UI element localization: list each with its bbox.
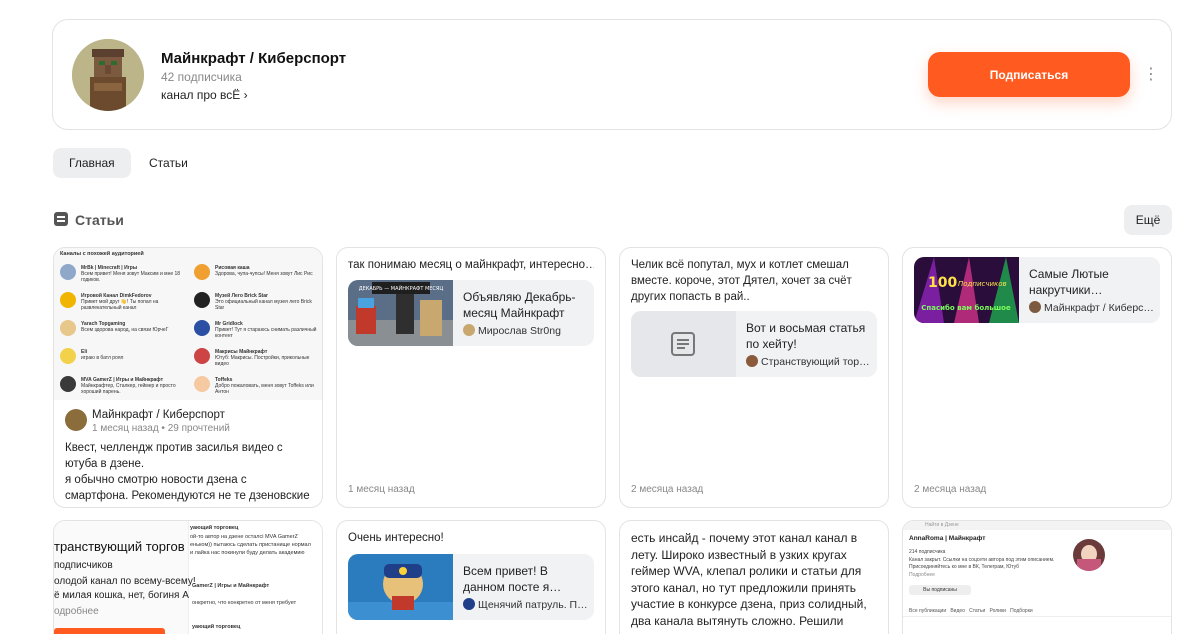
avatar — [60, 348, 76, 364]
subscribe-button-preview — [54, 628, 165, 634]
channel-header: Майнкрафт / Киберспорт 42 подписчика кан… — [52, 19, 1172, 130]
article-card[interactable]: Каналы с похожей аудиторией MrBk | Minec… — [53, 247, 323, 508]
article-date: 2 месяца назад — [631, 484, 703, 495]
svg-text:ДЕКАБРЬ — МАЙНКРАФТ МЕСЯЦ: ДЕКАБРЬ — МАЙНКРАФТ МЕСЯЦ — [359, 285, 444, 292]
subscribe-button[interactable]: Подписаться — [928, 52, 1130, 97]
avatar — [194, 320, 210, 336]
subscriber-count: 42 подписчика — [161, 70, 242, 84]
avatar — [463, 598, 475, 610]
embed-author: Мирослав Str0ng — [463, 324, 588, 337]
article-meta: 1 месяц назад • 29 прочтений — [92, 423, 230, 434]
comment-text: так понимаю месяц о майнкрафт, интересно… — [348, 257, 594, 273]
embedded-article[interactable]: ДЕКАБРЬ — МАЙНКРАФТ МЕСЯЦ Объявляю Декаб… — [348, 280, 594, 346]
embed-title: Объявляю Декабрь-месяц Майнкрафт н… — [463, 289, 586, 321]
avatar — [60, 320, 76, 336]
embedded-article[interactable]: Всем привет! В данном посте я… Щенячий п… — [348, 554, 594, 620]
embed-author: Майнкрафт / Киберс… — [1029, 301, 1154, 314]
avatar — [1029, 301, 1041, 313]
avatar — [194, 292, 210, 308]
embed-title: Самые Лютые накрутчики… — [1029, 266, 1152, 298]
avatar — [60, 292, 76, 308]
tab-main[interactable]: Главная — [53, 148, 131, 178]
article-thumbnail: 100 Подписчиков Спасибо вам большое — [914, 257, 1019, 323]
article-icon — [54, 212, 68, 226]
article-thumbnail — [631, 311, 736, 377]
article-date: 2 месяца назад — [914, 484, 986, 495]
embed-title: Вот и восьмая статья по хейту! — [746, 320, 869, 352]
svg-text:Подписчиков: Подписчиков — [958, 280, 1007, 288]
article-cover: Найти в Дзене AnnaRoma | Майнкрафт 214 п… — [903, 521, 1172, 634]
section-title: Статьи — [75, 212, 124, 228]
article-cover: Каналы с похожей аудиторией MrBk | Minec… — [54, 248, 323, 400]
article-thumbnail: ДЕКАБРЬ — МАЙНКРАФТ МЕСЯЦ — [348, 280, 453, 346]
channel-title: Майнкрафт / Киберспорт — [161, 50, 346, 67]
article-card[interactable]: Очень интересно! Всем привет! В данном п… — [336, 520, 606, 634]
comment-text: Челик всё попутал, мух и котлет смешал в… — [631, 257, 877, 307]
avatar — [746, 355, 758, 367]
more-options-icon[interactable]: ⋮ — [1143, 64, 1157, 86]
avatar — [60, 264, 76, 280]
channel-description[interactable]: канал про всЁ › — [161, 88, 248, 102]
article-card[interactable]: Найти в Дзене AnnaRoma | Майнкрафт 214 п… — [902, 520, 1172, 634]
article-card[interactable]: есть инсайд - почему этот канал канал в … — [619, 520, 889, 634]
author-avatar — [65, 409, 87, 431]
chevron-right-icon: › — [244, 88, 248, 102]
embed-author: Щенячий патруль. П… — [463, 598, 588, 611]
article-card[interactable]: уающий торговец ой-то автор на дзене ост… — [53, 520, 323, 634]
avatar — [463, 324, 475, 336]
comment-text: есть инсайд - почему этот канал канал в … — [631, 530, 877, 634]
article-card[interactable]: так понимаю месяц о майнкрафт, интересно… — [336, 247, 606, 508]
embed-author: Странствующий торг… — [746, 355, 871, 368]
embed-title: Всем привет! В данном посте я… — [463, 563, 586, 595]
avatar — [194, 376, 210, 392]
comment-text: Очень интересно! — [348, 530, 594, 546]
article-card[interactable]: Челик всё попутал, мух и котлет смешал в… — [619, 247, 889, 508]
author-name[interactable]: Майнкрафт / Киберспорт — [92, 409, 225, 421]
article-text: Квест, челлендж против засилья видео с ю… — [65, 440, 311, 504]
article-date: 1 месяц назад — [348, 484, 415, 495]
article-thumbnail — [348, 554, 453, 620]
avatar — [194, 264, 210, 280]
article-cover: уающий торговец ой-то автор на дзене ост… — [54, 521, 323, 634]
show-more-button[interactable]: Ещё — [1124, 205, 1172, 235]
author-avatar — [1073, 539, 1105, 571]
avatar — [60, 376, 76, 392]
embedded-article[interactable]: Вот и восьмая статья по хейту! Странству… — [631, 311, 877, 377]
embedded-article[interactable]: 100 Подписчиков Спасибо вам большое Самы… — [914, 257, 1160, 323]
svg-text:Спасибо вам большое: Спасибо вам большое — [921, 304, 1011, 312]
channel-avatar[interactable] — [72, 39, 144, 111]
avatar — [194, 348, 210, 364]
svg-text:100: 100 — [928, 275, 957, 291]
document-icon — [631, 311, 736, 377]
tab-articles[interactable]: Статьи — [133, 148, 204, 178]
article-card[interactable]: 100 Подписчиков Спасибо вам большое Самы… — [902, 247, 1172, 508]
